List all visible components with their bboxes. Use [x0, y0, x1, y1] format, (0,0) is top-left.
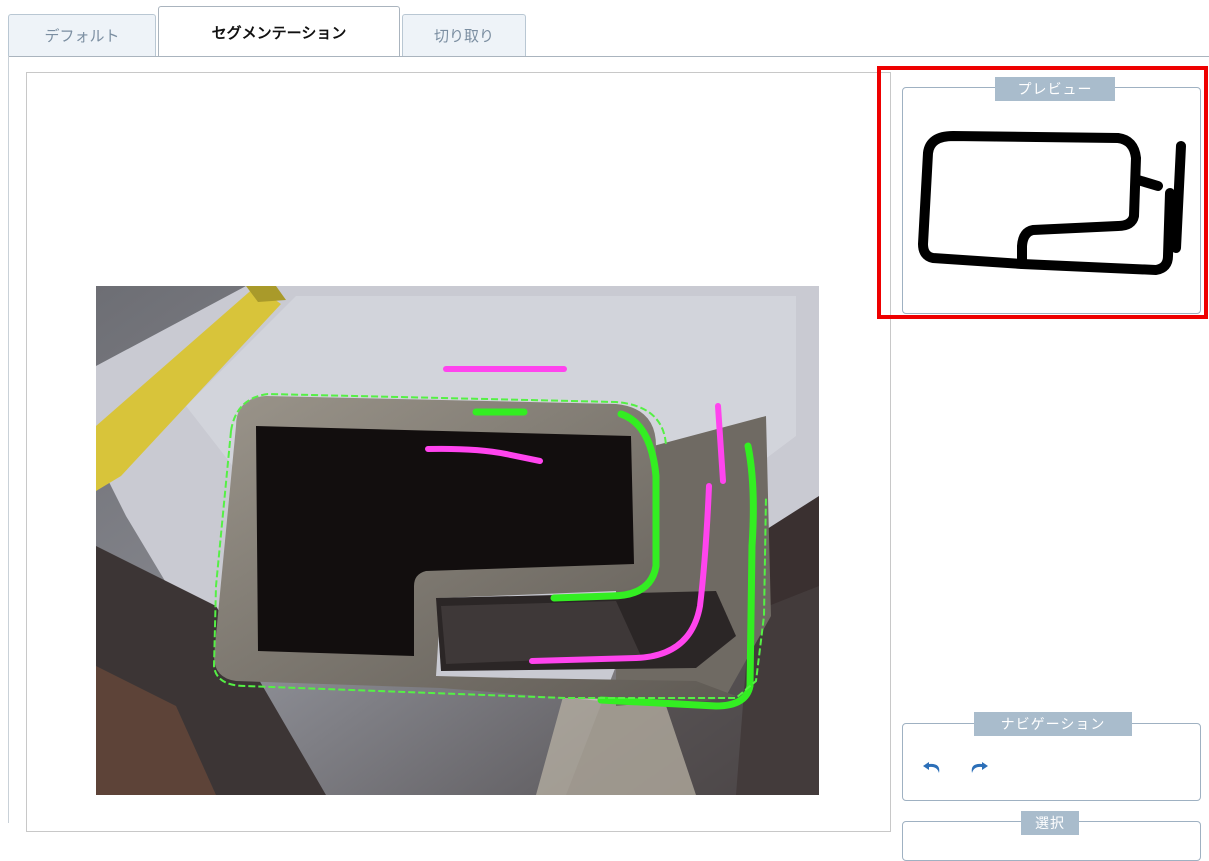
tab-crop[interactable]: 切り取り [402, 14, 526, 56]
panel-border [8, 56, 9, 823]
undo-button[interactable] [921, 757, 945, 777]
tab-segmentation-label: セグメンテーション [211, 23, 347, 42]
mask-preview [908, 118, 1193, 293]
tab-default[interactable]: デフォルト [8, 14, 156, 56]
mask-preview-svg [918, 131, 1186, 275]
selection-legend: 選択 [1021, 811, 1079, 835]
photo-svg[interactable] [96, 286, 819, 795]
navigation-legend: ナビゲーション [974, 712, 1132, 736]
tab-default-label: デフォルト [44, 27, 120, 45]
tab-segmentation[interactable]: セグメンテーション [158, 6, 400, 57]
preview-legend-label: プレビュー [1017, 82, 1093, 98]
tab-bar-divider [8, 56, 1209, 57]
selection-legend-label: 選択 [1035, 816, 1065, 832]
redo-icon [971, 762, 988, 773]
tab-crop-label: 切り取り [433, 27, 494, 45]
preview-legend: プレビュー [995, 77, 1115, 101]
undo-icon [923, 762, 940, 773]
segmentation-image[interactable] [96, 286, 819, 795]
redo-button[interactable] [966, 757, 990, 777]
navigation-legend-label: ナビゲーション [1000, 717, 1106, 733]
